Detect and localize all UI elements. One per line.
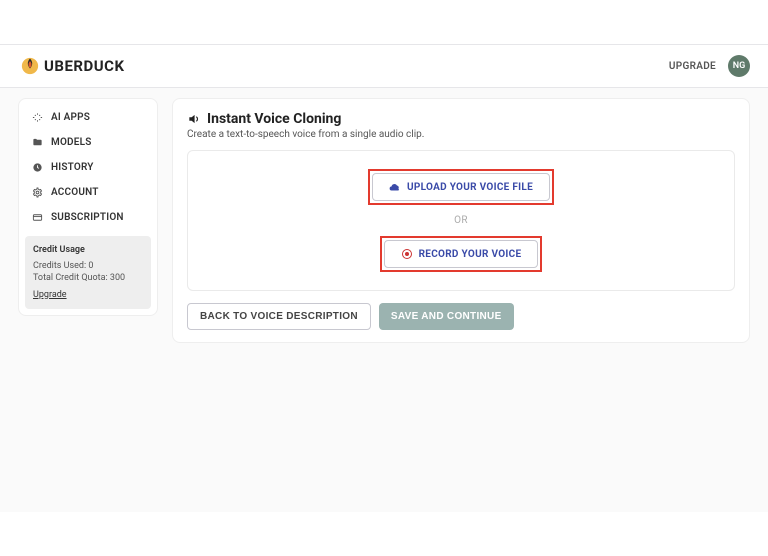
sidebar-item-label: MODELS xyxy=(51,137,92,148)
upload-voice-label: UPLOAD YOUR VOICE FILE xyxy=(407,182,533,193)
sparkle-icon xyxy=(31,112,43,123)
sidebar-item-account[interactable]: ACCOUNT xyxy=(25,180,151,205)
credit-usage-box: Credit Usage Credits Used: 0 Total Credi… xyxy=(25,236,151,309)
page-subtitle: Create a text-to-speech voice from a sin… xyxy=(187,129,735,140)
sidebar-item-subscription[interactable]: SUBSCRIPTION xyxy=(25,205,151,230)
topbar: UBERDUCK UPGRADE NG xyxy=(0,44,768,88)
highlight-record: RECORD YOUR VOICE xyxy=(380,236,543,272)
record-voice-button[interactable]: RECORD YOUR VOICE xyxy=(384,240,539,268)
duck-logo-icon xyxy=(20,56,40,76)
sidebar-item-label: ACCOUNT xyxy=(51,187,99,198)
sidebar-item-ai-apps[interactable]: AI APPS xyxy=(25,105,151,130)
sidebar-item-label: HISTORY xyxy=(51,162,94,173)
folder-icon xyxy=(31,137,43,148)
main-panel: Instant Voice Cloning Create a text-to-s… xyxy=(172,98,750,343)
brand-name: UBERDUCK xyxy=(44,57,125,75)
gear-icon xyxy=(31,187,43,198)
back-button[interactable]: BACK TO VOICE DESCRIPTION xyxy=(187,303,371,330)
sidebar: AI APPS MODELS HISTORY ACCOUNT SUBSCRIPT… xyxy=(18,98,158,316)
record-voice-label: RECORD YOUR VOICE xyxy=(419,249,522,260)
topbar-right: UPGRADE NG xyxy=(669,55,750,77)
page-title-row: Instant Voice Cloning xyxy=(187,111,735,127)
page-title: Instant Voice Cloning xyxy=(207,111,341,127)
credit-upgrade-link[interactable]: Upgrade xyxy=(33,289,67,302)
footer-actions: BACK TO VOICE DESCRIPTION SAVE AND CONTI… xyxy=(187,303,735,330)
brand[interactable]: UBERDUCK xyxy=(20,56,125,76)
upgrade-link[interactable]: UPGRADE xyxy=(669,61,716,72)
upload-voice-button[interactable]: UPLOAD YOUR VOICE FILE xyxy=(372,173,550,201)
credit-title: Credit Usage xyxy=(33,244,143,257)
sidebar-item-label: AI APPS xyxy=(51,112,90,123)
clock-icon xyxy=(31,162,43,173)
or-separator: OR xyxy=(454,215,468,226)
sidebar-item-history[interactable]: HISTORY xyxy=(25,155,151,180)
credit-used: Credits Used: 0 xyxy=(33,260,143,273)
sidebar-item-models[interactable]: MODELS xyxy=(25,130,151,155)
avatar[interactable]: NG xyxy=(728,55,750,77)
credit-total: Total Credit Quota: 300 xyxy=(33,272,143,285)
sound-icon xyxy=(187,112,201,126)
page-body: AI APPS MODELS HISTORY ACCOUNT SUBSCRIPT… xyxy=(0,88,768,512)
highlight-upload: UPLOAD YOUR VOICE FILE xyxy=(368,169,554,205)
sidebar-item-label: SUBSCRIPTION xyxy=(51,212,124,223)
card-icon xyxy=(31,212,43,223)
record-icon xyxy=(401,248,413,260)
cloud-upload-icon xyxy=(389,181,401,193)
upload-box: UPLOAD YOUR VOICE FILE OR RECORD YOUR VO… xyxy=(187,150,735,291)
save-continue-button[interactable]: SAVE AND CONTINUE xyxy=(379,303,514,330)
